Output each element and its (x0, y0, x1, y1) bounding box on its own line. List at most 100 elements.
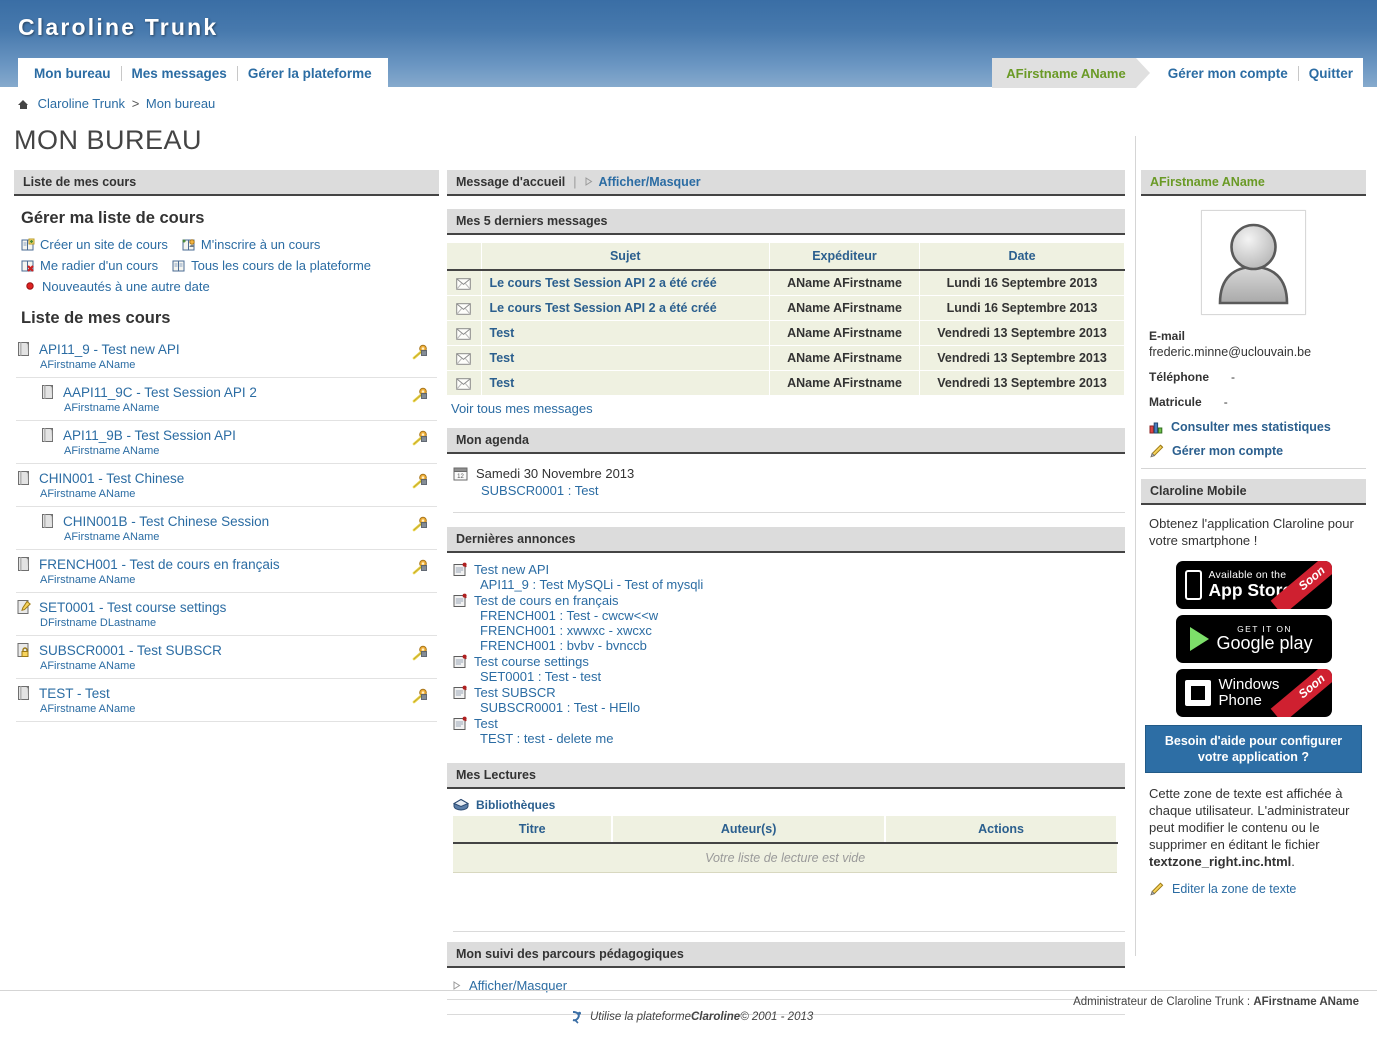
course-manager-key-icon[interactable] (411, 516, 429, 534)
announcement-item-link[interactable]: TEST : test - delete me (480, 731, 613, 746)
link-me-radier-dun-cours[interactable]: Me radier d'un cours (40, 256, 158, 275)
user-avatar-icon (1202, 211, 1305, 314)
message-subject-cell[interactable]: Le cours Test Session API 2 a été créé (481, 296, 770, 321)
message-subject-link[interactable]: Test (490, 376, 515, 390)
link-tous-les-cours[interactable]: Tous les cours de la plateforme (191, 256, 371, 275)
course-icon (40, 384, 56, 400)
course-list-item[interactable]: CHIN001B - Test Chinese SessionAFirstnam… (16, 507, 437, 550)
course-title-link[interactable]: CHIN001B - Test Chinese Session (63, 514, 269, 529)
announcement-course-link[interactable]: Test SUBSCR (474, 685, 556, 700)
announcement-item[interactable]: API11_9 : Test MySQLi - Test of mysqli (480, 577, 1125, 592)
link-gerer-mon-compte[interactable]: Gérer mon compte (1158, 66, 1299, 81)
course-title-link[interactable]: FRENCH001 - Test de cours en français (39, 557, 280, 572)
triangle-right-icon (453, 981, 461, 990)
announcement-course-link[interactable]: Test new API (474, 562, 549, 577)
course-manager-key-icon[interactable] (411, 344, 429, 362)
announcement-item-link[interactable]: FRENCH001 : Test - cwcw<<w (480, 608, 658, 623)
message-row[interactable]: TestAName AFirstnameVendredi 13 Septembr… (447, 371, 1125, 396)
message-subject-link[interactable]: Test (490, 351, 515, 365)
course-title-link[interactable]: TEST - Test (39, 686, 110, 701)
link-minscrire-a-un-cours[interactable]: M'inscrire à un cours (201, 235, 321, 254)
message-subject-cell[interactable]: Le cours Test Session API 2 a été créé (481, 270, 770, 296)
course-list-item[interactable]: TEST - TestAFirstname AName (16, 679, 437, 722)
account-link-row[interactable]: Gérer mon compte (1149, 444, 1366, 458)
tab-gerer-la-plateforme[interactable]: Gérer la plateforme (238, 66, 382, 81)
course-title-link[interactable]: SET0001 - Test course settings (39, 600, 226, 615)
announcement-item[interactable]: TEST : test - delete me (480, 731, 1125, 746)
edit-zone-link-row[interactable]: Editer la zone de texte (1149, 882, 1366, 896)
announcement-item[interactable]: FRENCH001 : Test - cwcw<<w (480, 608, 1125, 623)
announcement-group: Test de cours en françaisFRENCH001 : Tes… (453, 593, 1125, 653)
messages-col-date: Date (920, 243, 1125, 270)
course-manager-key-icon[interactable] (411, 430, 429, 448)
message-subject-link[interactable]: Le cours Test Session API 2 a été créé (490, 276, 717, 290)
message-subject-link[interactable]: Test (490, 326, 515, 340)
message-row[interactable]: TestAName AFirstnameVendredi 13 Septembr… (447, 346, 1125, 371)
announcement-item[interactable]: FRENCH001 : xwwxc - xwcxc (480, 623, 1125, 638)
link-gerer-mon-compte-side[interactable]: Gérer mon compte (1172, 444, 1283, 458)
message-subject-cell[interactable]: Test (481, 371, 770, 396)
course-title-link[interactable]: CHIN001 - Test Chinese (39, 471, 184, 486)
message-row[interactable]: TestAName AFirstnameVendredi 13 Septembr… (447, 321, 1125, 346)
link-voir-tous-mes-messages[interactable]: Voir tous mes messages (451, 401, 593, 416)
course-edit-icon (16, 599, 32, 615)
announcement-course-link[interactable]: Test (474, 716, 498, 731)
course-list-item[interactable]: API11_9 - Test new APIAFirstname AName (16, 335, 437, 378)
link-bibliotheques[interactable]: Bibliothèques (476, 798, 555, 812)
link-creer-site-de-cours[interactable]: Créer un site de cours (40, 235, 168, 254)
course-list-item[interactable]: FRENCH001 - Test de cours en françaisAFi… (16, 550, 437, 593)
announcement-course-link[interactable]: Test de cours en français (474, 593, 619, 608)
course-title-link[interactable]: AAPI11_9C - Test Session API 2 (63, 385, 257, 400)
course-list-item[interactable]: SUBSCR0001 - Test SUBSCRAFirstname AName (16, 636, 437, 679)
course-manager-key-icon[interactable] (411, 473, 429, 491)
tab-mon-bureau[interactable]: Mon bureau (24, 66, 122, 81)
announcement-item-link[interactable]: SET0001 : Test - test (480, 669, 601, 684)
course-list-item[interactable]: AAPI11_9C - Test Session API 2AFirstname… (16, 378, 437, 421)
course-manager-key-icon[interactable] (411, 387, 429, 405)
announcement-item[interactable]: FRENCH001 : bvbv - bvnccb (480, 638, 1125, 653)
breadcrumb-separator: > (132, 96, 140, 111)
welcome-toggle-link[interactable]: Afficher/Masquer (599, 175, 701, 189)
message-row[interactable]: Le cours Test Session API 2 a été crééAN… (447, 296, 1125, 321)
pencil-icon (1149, 882, 1164, 896)
tab-mes-messages[interactable]: Mes messages (122, 66, 238, 81)
course-list-item[interactable]: API11_9B - Test Session APIAFirstname AN… (16, 421, 437, 464)
zone-text-part1: Cette zone de texte est affichée à chaqu… (1149, 786, 1349, 852)
help-configure-button[interactable]: Besoin d'aide pour configurer votre appl… (1145, 725, 1362, 773)
message-subject-cell[interactable]: Test (481, 321, 770, 346)
course-title-link[interactable]: API11_9B - Test Session API (63, 428, 236, 443)
badge-app-store[interactable]: Available on the App Store Soon (1176, 561, 1332, 609)
course-manager-key-icon[interactable] (411, 645, 429, 663)
badge-google-play[interactable]: GET IT ON Google play (1176, 615, 1332, 663)
announcement-item-link[interactable]: API11_9 : Test MySQLi - Test of mysqli (480, 577, 703, 592)
course-manager-key-icon[interactable] (411, 559, 429, 577)
message-subject-link[interactable]: Le cours Test Session API 2 a été créé (490, 301, 717, 315)
email-value: frederic.minne@uclouvain.be (1149, 345, 1366, 359)
zone-text: Cette zone de texte est affichée à chaqu… (1149, 785, 1366, 870)
link-nouveautes-autre-date[interactable]: Nouveautés à une autre date (42, 277, 210, 296)
course-title-link[interactable]: API11_9 - Test new API (39, 342, 180, 357)
announces-panel-header: Dernières annonces (447, 527, 1125, 553)
message-subject-cell[interactable]: Test (481, 346, 770, 371)
message-row[interactable]: Le cours Test Session API 2 a été crééAN… (447, 270, 1125, 296)
stats-link-row[interactable]: Consulter mes statistiques (1149, 420, 1366, 434)
announcement-item-link[interactable]: FRENCH001 : bvbv - bvnccb (480, 638, 647, 653)
course-list-item[interactable]: CHIN001 - Test ChineseAFirstname AName (16, 464, 437, 507)
footer-platform-prefix: Utilise la plateforme (590, 1011, 691, 1023)
link-quitter[interactable]: Quitter (1299, 66, 1357, 81)
breadcrumb-current[interactable]: Mon bureau (146, 96, 215, 111)
announcement-item-link[interactable]: FRENCH001 : xwwxc - xwcxc (480, 623, 652, 638)
course-list-item[interactable]: SET0001 - Test course settingsDFirstname… (16, 593, 437, 636)
calendar-icon: 12 (453, 466, 468, 481)
announcement-item[interactable]: SUBSCR0001 : Test - HEllo (480, 700, 1125, 715)
course-manager-key-icon[interactable] (411, 688, 429, 706)
badge-windows-phone[interactable]: Windows Phone Soon (1176, 669, 1332, 717)
course-title-link[interactable]: SUBSCR0001 - Test SUBSCR (39, 643, 222, 658)
agenda-item-link[interactable]: SUBSCR0001 : Test (481, 483, 599, 498)
announcement-item-link[interactable]: SUBSCR0001 : Test - HEllo (480, 700, 640, 715)
announcement-course-link[interactable]: Test course settings (474, 654, 589, 669)
link-editer-zone-de-texte[interactable]: Editer la zone de texte (1172, 882, 1296, 896)
breadcrumb-home[interactable]: Claroline Trunk (38, 96, 125, 111)
announcement-item[interactable]: SET0001 : Test - test (480, 669, 1125, 684)
link-consulter-statistiques[interactable]: Consulter mes statistiques (1171, 420, 1331, 434)
